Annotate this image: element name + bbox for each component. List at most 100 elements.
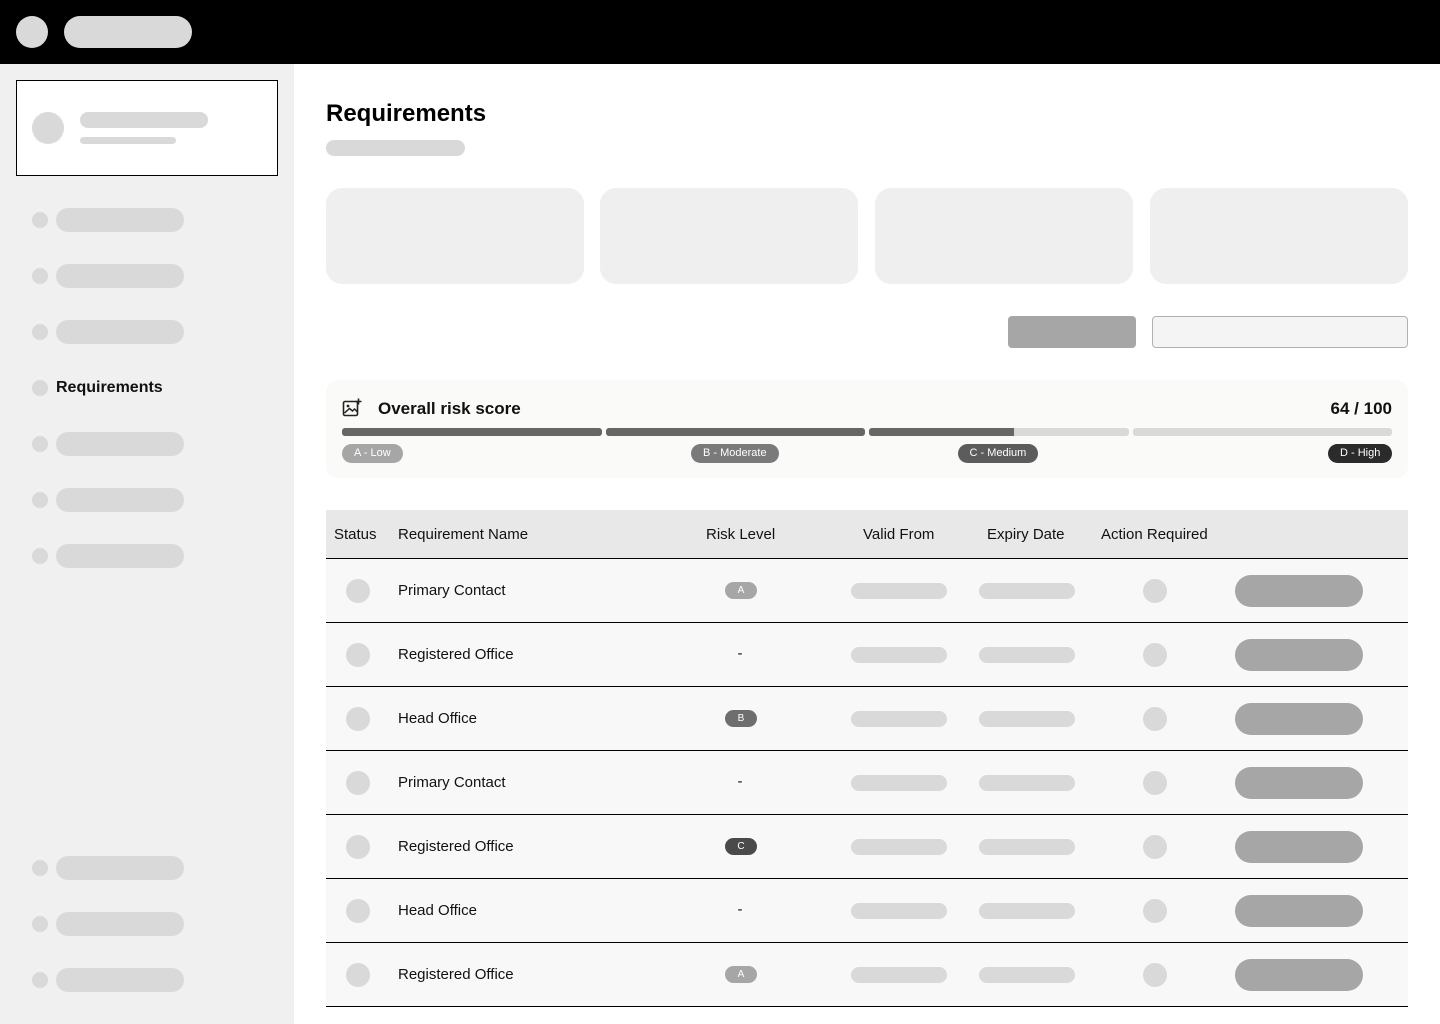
app-name-placeholder[interactable] [64,16,192,48]
row-action-button[interactable] [1235,959,1363,991]
status-indicator [346,963,370,987]
risk-bar-segment [869,428,1129,436]
valid-from-placeholder [851,903,947,919]
sidebar-item-5[interactable] [32,432,272,456]
sidebar-item-1[interactable] [32,208,272,232]
risk-band-badge: B - Moderate [691,444,779,463]
top-bar [0,0,1440,64]
filter-button[interactable] [1008,316,1136,348]
column-header-name[interactable]: Requirement Name [398,526,528,543]
table-row[interactable]: Registered Office - [326,623,1408,687]
valid-from-placeholder [851,775,947,791]
requirement-name: Registered Office [398,646,514,663]
status-indicator [346,579,370,603]
expiry-date-placeholder [979,647,1075,663]
nav-label-placeholder [56,208,184,232]
nav-icon [32,492,48,508]
stat-card[interactable] [600,188,858,284]
sidebar-item-6[interactable] [32,488,272,512]
row-action-button[interactable] [1235,639,1363,671]
expiry-date-placeholder [979,903,1075,919]
action-required-indicator [1143,771,1167,795]
risk-level-cell: C [710,815,770,878]
nav-label-placeholder [56,544,184,568]
valid-from-placeholder [851,583,947,599]
nav-icon [32,268,48,284]
table-row[interactable]: Head Office B [326,687,1408,751]
risk-level-empty: - [737,773,743,790]
search-input[interactable] [1152,316,1408,348]
risk-score-title: Overall risk score [378,399,521,418]
row-action-button[interactable] [1235,831,1363,863]
row-action-button[interactable] [1235,575,1363,607]
sidebar-item-7[interactable] [32,544,272,568]
requirement-name: Primary Contact [398,774,506,791]
risk-level-cell: B [710,687,770,750]
action-required-indicator [1143,643,1167,667]
risk-level-cell: A [710,559,770,622]
main-content: Requirements Overall risk score 64 / 100… [294,64,1440,1024]
table-row[interactable]: Primary Contact A [326,559,1408,623]
nav-icon [32,212,48,228]
risk-level-badge: A [725,966,757,983]
requirement-name: Primary Contact [398,582,506,599]
risk-level-empty: - [737,901,743,918]
org-name-placeholder [80,112,208,128]
column-header-action[interactable]: Action Required [1101,526,1208,543]
table-row[interactable]: Registered Office A [326,943,1408,1007]
row-action-button[interactable] [1235,703,1363,735]
action-required-indicator [1143,899,1167,923]
sidebar-item-requirements[interactable]: Requirements [32,376,272,400]
stat-card[interactable] [1150,188,1408,284]
action-required-indicator [1143,835,1167,859]
sidebar-item-2[interactable] [32,264,272,288]
nav-icon [32,324,48,340]
risk-level-cell: - [710,751,770,814]
page-title: Requirements [326,100,487,127]
column-header-status[interactable]: Status [334,526,377,543]
sidebar-item-3[interactable] [32,320,272,344]
expiry-date-placeholder [979,711,1075,727]
nav-label-placeholder [56,432,184,456]
app-logo-icon[interactable] [16,16,48,48]
status-indicator [346,771,370,795]
nav-icon [32,436,48,452]
stat-card[interactable] [326,188,584,284]
nav-icon [32,548,48,564]
nav-label-placeholder [56,488,184,512]
row-action-button[interactable] [1235,895,1363,927]
stat-card[interactable] [875,188,1133,284]
action-required-indicator [1143,579,1167,603]
valid-from-placeholder [851,647,947,663]
table-row[interactable]: Primary Contact - [326,751,1408,815]
risk-score-panel: Overall risk score 64 / 100 A - Low B - M… [326,380,1408,478]
sidebar-footer-item-2[interactable] [32,912,272,936]
nav-label-placeholder [56,856,184,880]
image-add-icon [342,398,362,417]
sidebar-footer-item-3[interactable] [32,968,272,992]
risk-bar-segment [605,428,865,436]
nav-label-placeholder [56,320,184,344]
nav-label-placeholder [56,968,184,992]
risk-bar-segment [1132,428,1392,436]
table-header: Status Requirement Name Risk Level Valid… [326,510,1408,559]
sidebar-footer-item-1[interactable] [32,856,272,880]
risk-bar-fill [605,428,865,436]
table-row[interactable]: Registered Office C [326,815,1408,879]
risk-level-badge: B [725,710,757,727]
expiry-date-placeholder [979,967,1075,983]
sidebar: Requirements [0,64,294,1024]
column-header-risk[interactable]: Risk Level [706,526,775,543]
status-indicator [346,643,370,667]
nav-icon [32,860,48,876]
risk-band-badge: D - High [1328,444,1393,463]
status-indicator [346,899,370,923]
column-header-valid-from[interactable]: Valid From [863,526,934,543]
table-row[interactable]: Head Office - [326,879,1408,943]
risk-bar-segment [342,428,602,436]
row-action-button[interactable] [1235,767,1363,799]
nav-icon [32,916,48,932]
risk-level-cell: A [710,943,770,1006]
column-header-expiry[interactable]: Expiry Date [987,526,1065,543]
organization-card[interactable] [16,80,278,176]
